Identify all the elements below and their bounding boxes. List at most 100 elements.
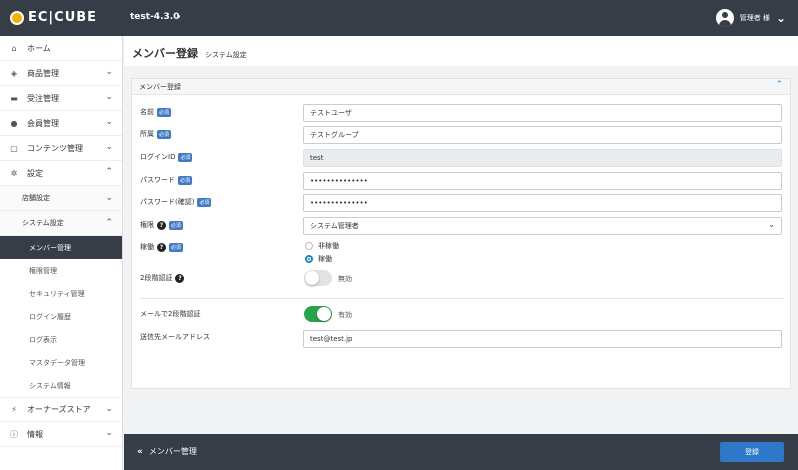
group-input[interactable]: テストグループ (303, 126, 782, 144)
twofa-label: 2段階認証 (140, 274, 173, 282)
sidebar-item-orders[interactable]: ▬ 受注管理 ⌄ (0, 86, 122, 111)
mail-twofa-label-group: メールで2段階認証 (140, 309, 200, 319)
group-label: 所属 (140, 130, 154, 138)
role-label-group: 権限 ? 必須 (140, 220, 184, 230)
sidebar-leaf-masterdata[interactable]: マスタデータ管理 (0, 351, 122, 374)
radio-off-icon (305, 242, 313, 250)
users-icon: ● (10, 118, 18, 128)
sidebar-leaf-login-history[interactable]: ログイン履歴 (0, 305, 122, 328)
role-select-value: システム管理者 (310, 222, 359, 230)
sidebar-leaf-system-info[interactable]: システム情報 (0, 374, 122, 397)
chevron-down-icon: ⌄ (105, 142, 113, 152)
mail-twofa-toggle[interactable] (304, 306, 332, 322)
sidebar-item-label: コンテンツ管理 (27, 143, 83, 153)
email-label: 送信先メールアドレス (140, 333, 210, 341)
home-icon: ⌂ (11, 43, 17, 53)
sidebar-leaf-security[interactable]: セキュリティ管理 (0, 282, 122, 305)
loginid-label: ログインID (140, 153, 176, 161)
chevron-down-icon: ⌄ (105, 67, 113, 77)
page-subtitle: システム設定 (205, 51, 247, 59)
double-chevron-left-icon: « (137, 446, 143, 457)
sidebar: ⌂ ホーム ◈ 商品管理 ⌄ ▬ 受注管理 ⌄ ● 会員管理 ⌄ ▢ コンテンツ… (0, 36, 123, 470)
help-icon[interactable]: ? (157, 220, 166, 230)
main-content: メンバー登録 システム設定 メンバー登録 ⌃ 名前 必須 テストユーザ 所属 必… (124, 36, 798, 434)
logo-text: EC|CUBE (28, 10, 98, 25)
sidebar-sub-label: システム設定 (22, 219, 64, 227)
toggle-knob (317, 307, 331, 321)
file-icon: ▢ (10, 143, 18, 153)
chevron-right-icon[interactable]: › (176, 9, 181, 23)
password-confirm-label-group: パスワード(確認) 必須 (140, 197, 212, 207)
status-label: 稼働 (140, 243, 154, 251)
sidebar-item-label: 設定 (27, 168, 43, 178)
mail-twofa-label: メールで2段階認証 (140, 310, 201, 318)
back-label: メンバー管理 (148, 447, 197, 456)
sidebar-leaf-member[interactable]: メンバー管理 (0, 236, 122, 259)
user-menu[interactable]: 管理者 様 ⌄ (715, 9, 786, 27)
chevron-up-icon: ⌃ (105, 167, 113, 177)
sidebar-leaf-log[interactable]: ログ表示 (0, 328, 122, 351)
sidebar-item-home[interactable]: ⌂ ホーム (0, 36, 122, 61)
status-radio-inactive[interactable]: 非稼働 (305, 241, 339, 251)
sidebar-item-label: ホーム (27, 43, 51, 53)
password-label-group: パスワード 必須 (140, 175, 193, 185)
toggle-knob (305, 271, 319, 285)
footer-bar: « メンバー管理 登録 (124, 434, 798, 470)
sidebar-item-customers[interactable]: ● 会員管理 ⌄ (0, 111, 122, 136)
chevron-down-icon: ⌄ (105, 117, 113, 127)
save-button[interactable]: 登録 (720, 442, 784, 462)
name-label-group: 名前 必須 (140, 107, 172, 117)
loginid-input: test (303, 149, 782, 167)
user-avatar-icon (715, 9, 734, 27)
cart-icon: ▬ (10, 93, 18, 103)
password-label: パスワード (140, 176, 175, 184)
password-input[interactable]: •••••••••••••• (303, 172, 782, 190)
plug-icon: ⚡ (11, 405, 17, 414)
required-badge: 必須 (197, 197, 212, 207)
divider (140, 298, 784, 299)
required-badge: 必須 (157, 129, 172, 139)
chevron-up-icon: ⌃ (105, 218, 113, 228)
sidebar-item-settings[interactable]: ✲ 設定 ⌃ (0, 161, 122, 186)
card-title: メンバー登録 (139, 82, 181, 91)
sidebar-leaf-authority[interactable]: 権限管理 (0, 259, 122, 282)
sidebar-sub-system-settings[interactable]: システム設定 ⌃ (0, 211, 122, 236)
required-badge: 必須 (178, 152, 193, 162)
logo[interactable]: EC|CUBE (10, 10, 97, 25)
sidebar-item-label: オーナーズストア (27, 405, 91, 414)
back-link[interactable]: « メンバー管理 (137, 446, 197, 457)
password-confirm-label: パスワード(確認) (140, 198, 195, 206)
page-header: メンバー登録 システム設定 (124, 36, 798, 66)
email-label-group: 送信先メールアドレス (140, 332, 210, 342)
sidebar-sub-label: 店舗設定 (22, 194, 50, 202)
top-bar: EC|CUBE test-4.3.0 › 管理者 様 ⌄ (0, 0, 798, 36)
help-icon[interactable]: ? (157, 242, 166, 252)
sidebar-item-label: 商品管理 (27, 68, 59, 78)
name-input[interactable]: テストユーザ (303, 104, 782, 122)
email-input[interactable]: test@test.jp (303, 330, 782, 348)
role-select[interactable]: システム管理者 ⌄ (303, 217, 782, 235)
chevron-up-icon[interactable]: ⌃ (775, 80, 783, 90)
sidebar-sub-shop-settings[interactable]: 店舗設定 ⌄ (0, 186, 122, 211)
role-label: 権限 (140, 221, 154, 229)
shop-name-link[interactable]: test-4.3.0 (130, 12, 179, 22)
gear-icon: ✲ (10, 168, 18, 178)
status-radio-active[interactable]: 稼働 (305, 254, 332, 264)
sidebar-item-products[interactable]: ◈ 商品管理 ⌄ (0, 61, 122, 86)
loginid-label-group: ログインID 必須 (140, 152, 193, 162)
sidebar-item-contents[interactable]: ▢ コンテンツ管理 ⌄ (0, 136, 122, 161)
twofa-toggle[interactable] (304, 270, 332, 286)
required-badge: 必須 (169, 220, 184, 230)
password-confirm-input[interactable]: •••••••••••••• (303, 194, 782, 212)
page-title: メンバー登録 (132, 47, 198, 60)
name-label: 名前 (140, 108, 154, 116)
mail-twofa-state: 有効 (338, 311, 352, 319)
sidebar-item-owners-store[interactable]: ⚡ オーナーズストア ⌄ (0, 397, 122, 422)
required-badge: 必須 (157, 107, 172, 117)
sidebar-item-info[interactable]: ⓘ 情報 ⌄ (0, 422, 122, 447)
logo-mark-icon (10, 10, 24, 25)
member-form-card: メンバー登録 ⌃ 名前 必須 テストユーザ 所属 必須 テストグループ ログイン… (131, 78, 791, 389)
help-icon[interactable]: ? (175, 273, 185, 283)
required-badge: 必須 (169, 242, 184, 252)
card-header[interactable]: メンバー登録 ⌃ (132, 79, 790, 95)
